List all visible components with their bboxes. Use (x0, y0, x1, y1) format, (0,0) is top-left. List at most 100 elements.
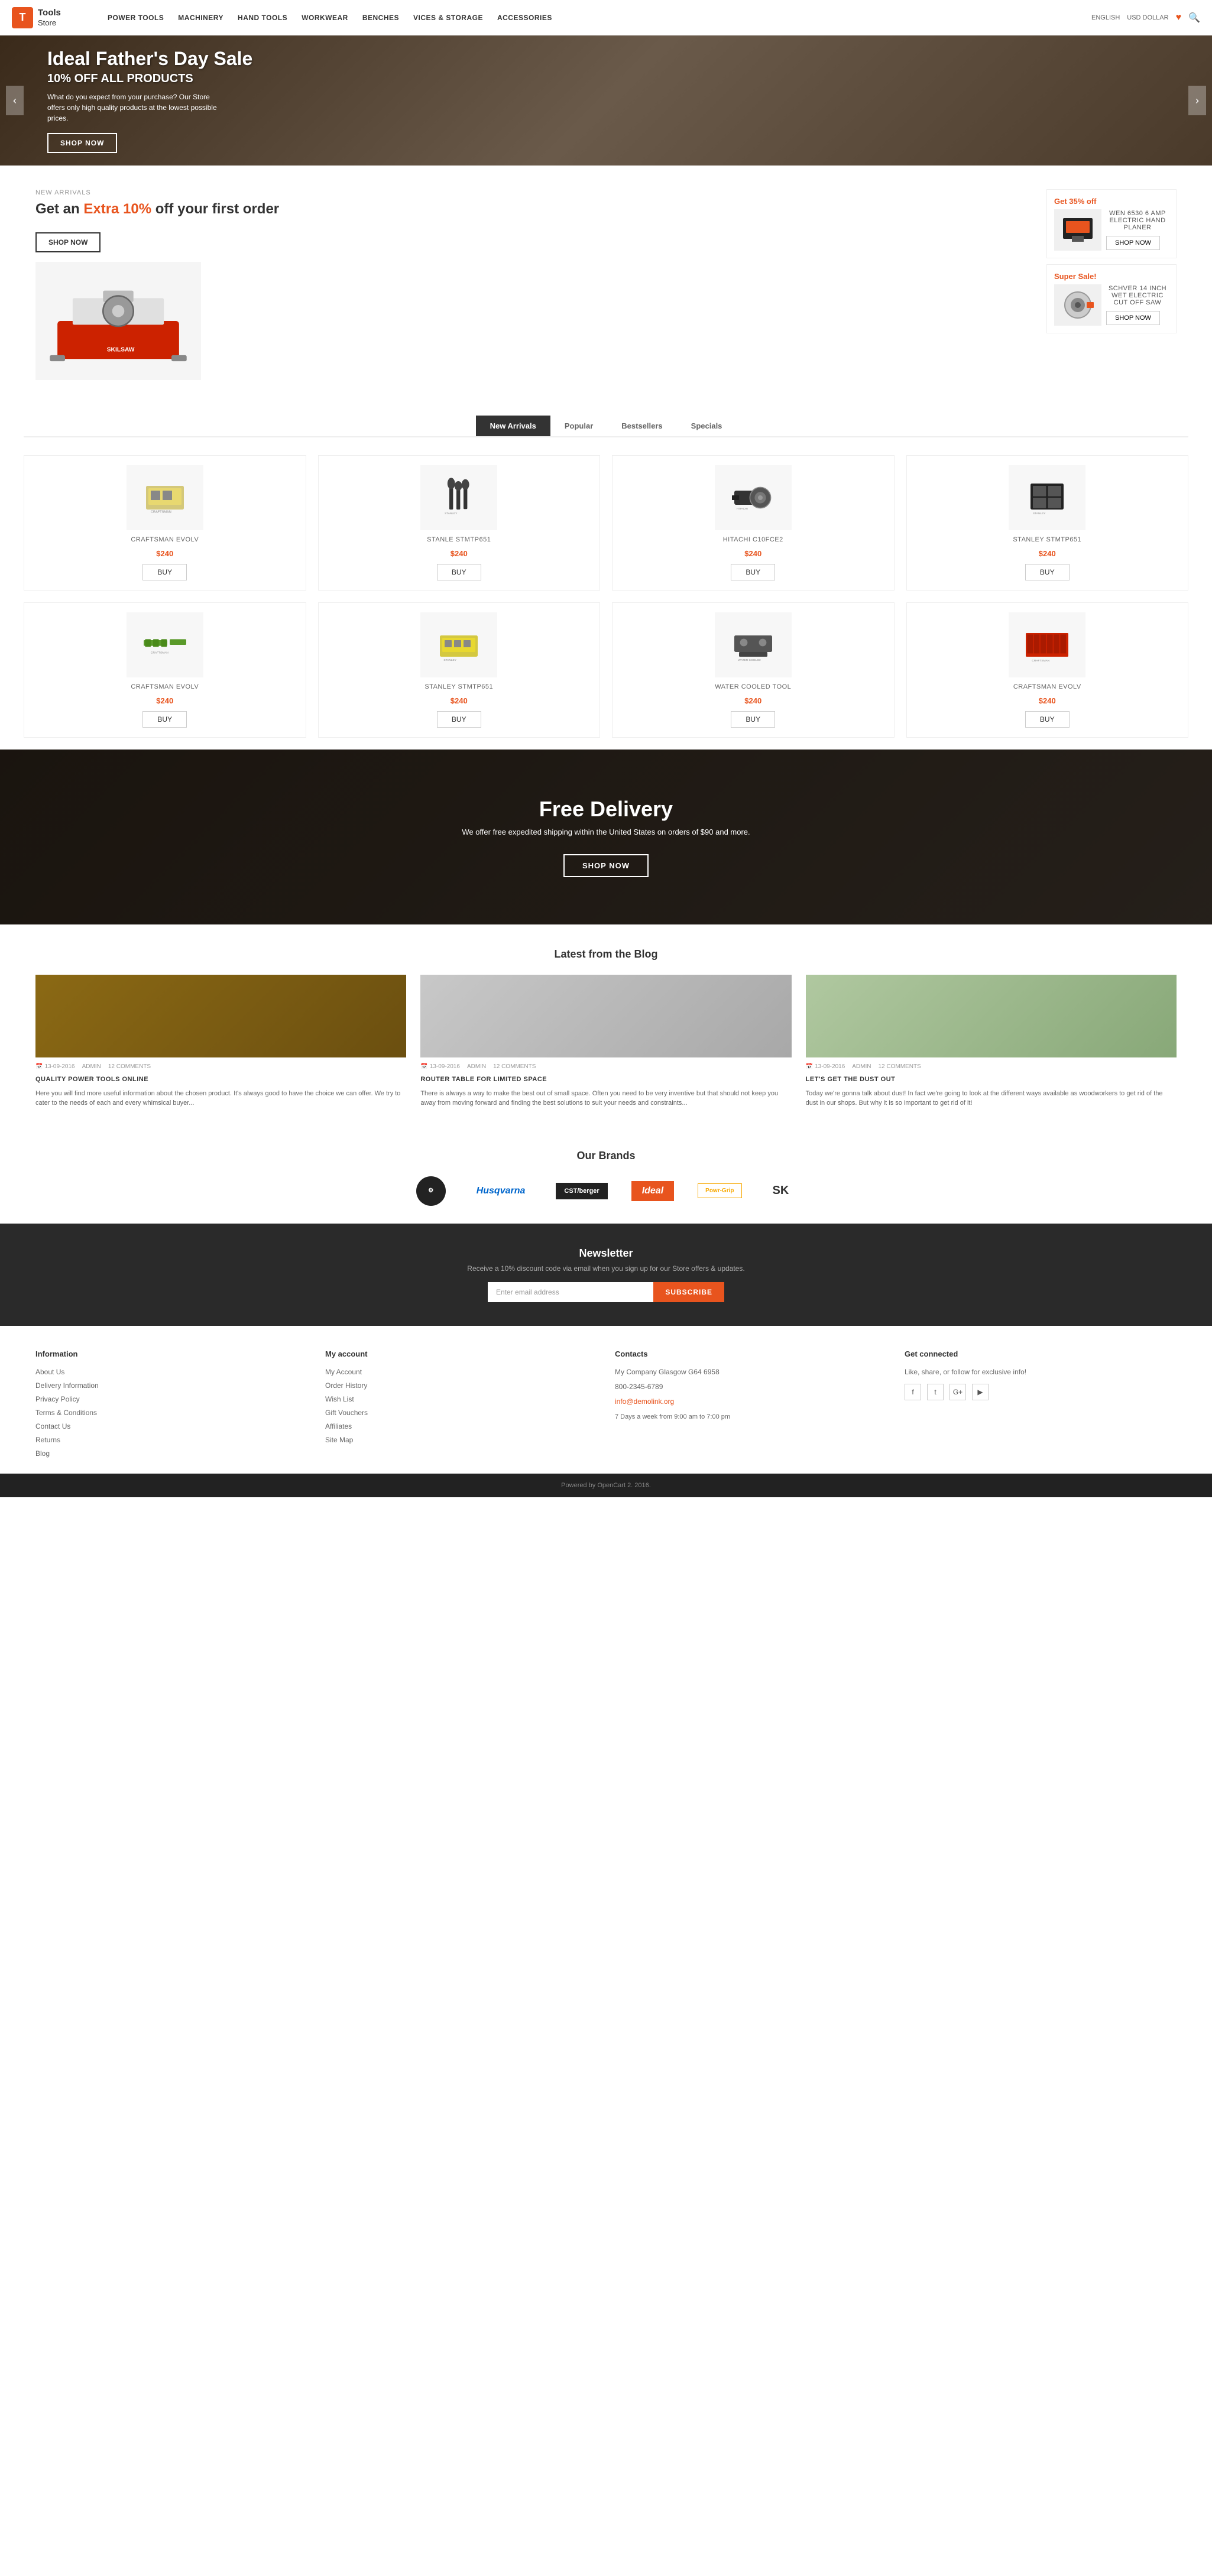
product-buy-0[interactable]: BUY (142, 564, 187, 580)
svg-text:STANLEY: STANLEY (1033, 512, 1046, 515)
hero-section: ‹ Ideal Father's Day Sale 10% OFF ALL PR… (0, 35, 1212, 166)
promo-card-1-image (1054, 209, 1101, 251)
product-buy-4[interactable]: BUY (142, 711, 187, 728)
blog-title-2: LET'S GET THE DUST OUT (806, 1076, 1177, 1083)
blog-comments-2: 12 COMMENTS (879, 1063, 921, 1070)
nav-hand-tools[interactable]: HAND TOOLS (231, 14, 294, 22)
blog-card-0: 📅 13-09-2016 ADMIN 12 COMMENTS QUALITY P… (35, 975, 406, 1108)
newsletter-subscribe-button[interactable]: SUBSCRIBE (653, 1282, 724, 1302)
social-youtube[interactable]: ▶ (972, 1384, 989, 1400)
nav-machinery[interactable]: MACHINERY (171, 14, 231, 22)
nav-power-tools[interactable]: POWER TOOLS (101, 14, 171, 22)
brand-logo-husqvarna[interactable]: Husqvarna (469, 1182, 533, 1200)
tab-popular[interactable]: Popular (550, 416, 607, 436)
footer-email[interactable]: info@demolink.org (615, 1397, 674, 1406)
promo-card-2-image (1054, 284, 1101, 326)
product-buy-6[interactable]: BUY (731, 711, 775, 728)
blog-author-2: ADMIN (852, 1063, 871, 1070)
blog-title-0: QUALITY POWER TOOLS ONLINE (35, 1076, 406, 1083)
tab-new-arrivals[interactable]: New Arrivals (476, 416, 550, 436)
hero-next-button[interactable]: › (1188, 86, 1206, 115)
footer-col-information: Information About Us Delivery Informatio… (35, 1349, 307, 1462)
cart-icon[interactable]: ♥ (1176, 12, 1182, 23)
product-buy-1[interactable]: BUY (437, 564, 481, 580)
promo-cta-button[interactable]: SHOP NOW (35, 232, 101, 252)
blog-excerpt-2: Today we're gonna talk about dust! In fa… (806, 1089, 1177, 1108)
blog-comments-0: 12 COMMENTS (108, 1063, 151, 1070)
language-selector[interactable]: ENGLISH (1091, 14, 1120, 21)
product-buy-3[interactable]: BUY (1025, 564, 1070, 580)
brands-list: ⚙ Husqvarna CST/berger Ideal Powr-Grip S… (35, 1176, 1177, 1206)
blog-section: Latest from the Blog 📅 13-09-2016 ADMIN … (0, 924, 1212, 1132)
hero-prev-button[interactable]: ‹ (6, 86, 24, 115)
product-buy-2[interactable]: BUY (731, 564, 775, 580)
blog-excerpt-0: Here you will find more useful informati… (35, 1089, 406, 1108)
promo-card-2-badge: Super Sale! (1054, 272, 1169, 281)
product-name-0: CRAFTSMAN EVOLV (131, 536, 199, 543)
hero-cta-button[interactable]: SHOP NOW (47, 133, 117, 153)
logo[interactable]: T Tools Store (12, 7, 83, 28)
footer-link-delivery-info[interactable]: Delivery Information (35, 1381, 99, 1390)
nav-workwear[interactable]: WORKWEAR (294, 14, 355, 22)
blog-title-1: ROUTER TABLE FOR LIMITED SPACE (420, 1076, 791, 1083)
footer-heading-contacts: Contacts (615, 1349, 887, 1358)
footer-link-privacy-policy[interactable]: Privacy Policy (35, 1395, 80, 1403)
currency-selector[interactable]: USD DOLLAR (1127, 14, 1168, 21)
brand-logo-powr[interactable]: Powr-Grip (698, 1183, 741, 1198)
promo-card-1: Get 35% off WEN 6530 6 Amp Electric Hand… (1046, 189, 1177, 258)
brand-logo-cst[interactable]: CST/berger (556, 1183, 607, 1199)
product-image-0: CRAFTSMAN (127, 465, 203, 530)
nav-vices-storage[interactable]: VICES & STORAGE (406, 14, 490, 22)
tabs-header: New Arrivals Popular Bestsellers Special… (24, 416, 1188, 437)
promo-card-1-cta[interactable]: SHOP NOW (1106, 236, 1160, 250)
header-right: ENGLISH USD DOLLAR ♥ 🔍 (1091, 12, 1200, 24)
footer-link-gift-vouchers[interactable]: Gift Vouchers (325, 1409, 368, 1417)
svg-text:HITACHI: HITACHI (737, 507, 748, 511)
social-googleplus[interactable]: G+ (949, 1384, 966, 1400)
product-buy-7[interactable]: BUY (1025, 711, 1070, 728)
newsletter-description: Receive a 10% discount code via email wh… (12, 1264, 1200, 1273)
product-price-7: $240 (1039, 696, 1056, 705)
nav-benches[interactable]: BENCHES (355, 14, 406, 22)
brand-logo-sk[interactable]: SK (766, 1180, 796, 1201)
product-price-0: $240 (156, 549, 173, 558)
footer-link-affiliates[interactable]: Affiliates (325, 1422, 352, 1430)
footer-bottom: Powered by OpenCart 2. 2016. (0, 1474, 1212, 1497)
hero-description: What do you expect from your purchase? O… (47, 92, 225, 124)
search-button[interactable]: 🔍 (1188, 12, 1200, 24)
nav-accessories[interactable]: ACCESSORIES (490, 14, 559, 22)
brand-logo-0[interactable]: ⚙ (416, 1176, 446, 1206)
tab-bestsellers[interactable]: Bestsellers (607, 416, 676, 436)
social-twitter[interactable]: t (927, 1384, 944, 1400)
brand-logo-ideal[interactable]: Ideal (631, 1181, 674, 1201)
product-image-3: STANLEY (1009, 465, 1085, 530)
footer-link-returns[interactable]: Returns (35, 1436, 60, 1444)
social-facebook[interactable]: f (905, 1384, 921, 1400)
footer-link-terms-conditions[interactable]: Terms & Conditions (35, 1409, 97, 1417)
product-price-3: $240 (1039, 549, 1056, 558)
footer-link-my-account[interactable]: My Account (325, 1368, 362, 1376)
footer-link-site-map[interactable]: Site Map (325, 1436, 353, 1444)
svg-text:CRAFTSMAN: CRAFTSMAN (151, 651, 168, 654)
product-name-7: CRAFTSMAN EVOLV (1013, 683, 1081, 690)
footer-address: My Company Glasgow G64 6958 (615, 1367, 887, 1378)
svg-text:CRAFTSMAN: CRAFTSMAN (1032, 659, 1050, 663)
product-name-2: HITACHI C10FCE2 (723, 536, 783, 543)
delivery-description: We offer free expedited shipping within … (12, 828, 1200, 836)
promo-card-2-cta[interactable]: SHOP NOW (1106, 311, 1160, 325)
svg-text:WATER COOLED: WATER COOLED (738, 658, 761, 662)
newsletter-email-input[interactable] (488, 1282, 653, 1302)
product-name-6: WATER COOLED TOOL (715, 683, 791, 690)
footer-link-wish-list[interactable]: Wish List (325, 1395, 354, 1403)
footer-link-contact-us[interactable]: Contact Us (35, 1422, 70, 1430)
blog-image-0 (35, 975, 406, 1057)
product-card-7: CRAFTSMAN CRAFTSMAN EVOLV $240 BUY (906, 602, 1189, 738)
footer-link-order-history[interactable]: Order History (325, 1381, 367, 1390)
footer-link-about-us[interactable]: About Us (35, 1368, 64, 1376)
delivery-cta-button[interactable]: SHOP NOW (563, 854, 649, 877)
product-buy-5[interactable]: BUY (437, 711, 481, 728)
product-price-6: $240 (744, 696, 761, 705)
product-image-6: WATER COOLED (715, 612, 792, 677)
tab-specials[interactable]: Specials (677, 416, 737, 436)
footer-link-blog[interactable]: Blog (35, 1449, 50, 1458)
